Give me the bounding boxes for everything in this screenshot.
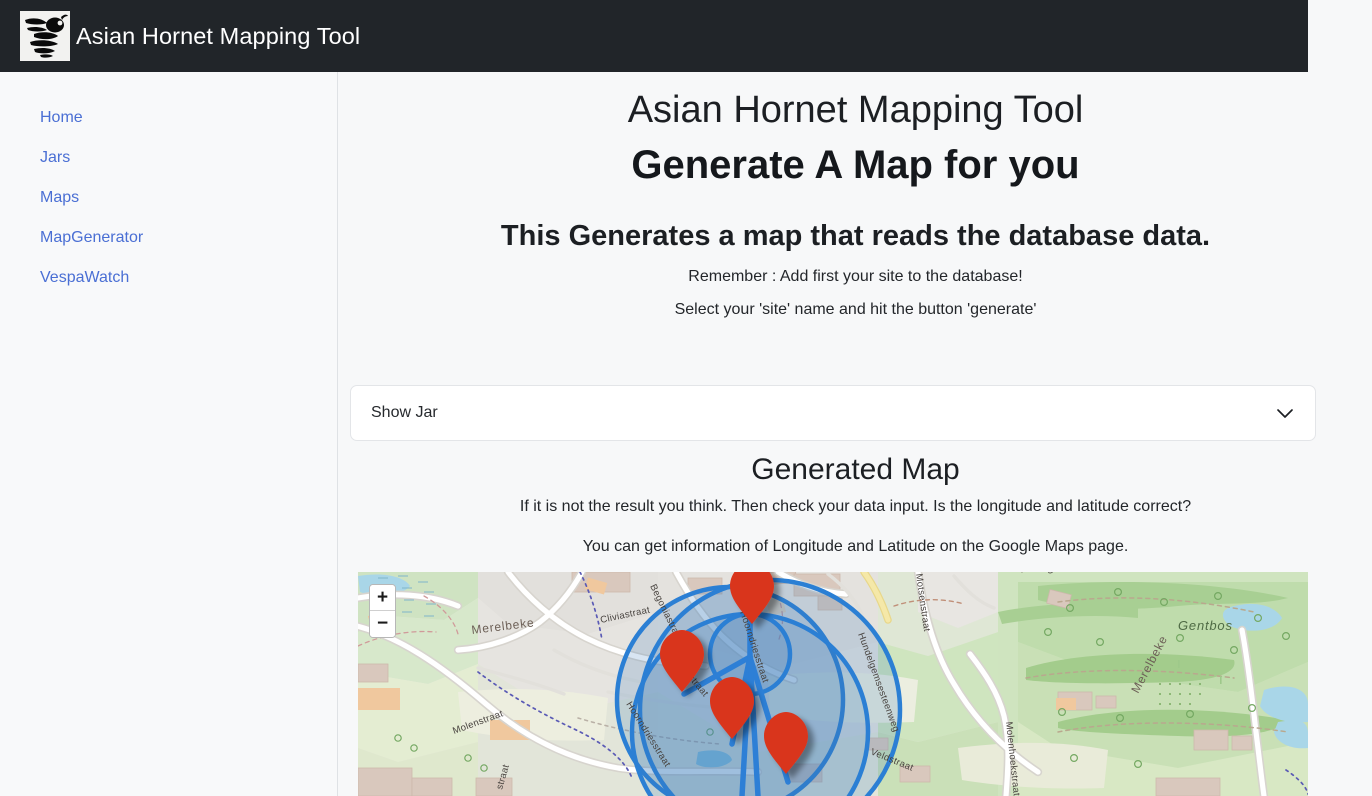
page-title: Asian Hornet Mapping Tool [627, 89, 1084, 131]
show-jar-accordion[interactable]: Show Jar [350, 385, 1316, 441]
page-subtitle: Generate A Map for you [631, 143, 1080, 187]
navbar-right-gap [1308, 0, 1340, 72]
sidebar-item-maps[interactable]: Maps [0, 178, 337, 218]
sidebar-item-jars[interactable]: Jars [0, 138, 337, 178]
generated-map[interactable]: Molenstraat Hoorndriesstraat Cliviastraa… [358, 572, 1308, 796]
zoom-in-button[interactable]: + [370, 585, 395, 611]
brand-title: Asian Hornet Mapping Tool [76, 22, 361, 49]
hint-add-site-first: Remember : Add first your site to the da… [688, 268, 1023, 285]
sidebar-item-mapgenerator[interactable]: MapGenerator [0, 218, 337, 258]
sidebar-item-vespawatch[interactable]: VespaWatch [0, 258, 337, 298]
lead-text: This Generates a map that reads the data… [500, 220, 1211, 252]
main-content: Asian Hornet Mapping Tool Generate A Map… [339, 72, 1372, 796]
place-label-gentbos: Gentbos [1178, 618, 1233, 633]
sidebar: Home Jars Maps MapGenerator VespaWatch [0, 72, 338, 796]
zoom-out-button[interactable]: − [370, 611, 395, 637]
chevron-down-icon[interactable] [1274, 402, 1296, 424]
sidebar-item-home[interactable]: Home [0, 98, 337, 138]
generated-map-hint-1: If it is not the result you think. Then … [519, 498, 1192, 515]
map-canvas[interactable]: Molenstraat Hoorndriesstraat Cliviastraa… [358, 572, 1308, 796]
map-zoom-controls[interactable]: + − [369, 584, 396, 638]
generated-map-heading: Generated Map [751, 453, 960, 486]
hint-select-site: Select your 'site' name and hit the butt… [674, 301, 1037, 318]
place-label-rollebeekpark: Rollebeekpark [960, 572, 1047, 573]
top-navbar: Asian Hornet Mapping Tool [0, 0, 1340, 72]
show-jar-label: Show Jar [371, 404, 438, 421]
generated-map-hint-2: You can get information of Longitude and… [582, 538, 1129, 555]
hornet-logo-icon[interactable] [20, 11, 70, 61]
